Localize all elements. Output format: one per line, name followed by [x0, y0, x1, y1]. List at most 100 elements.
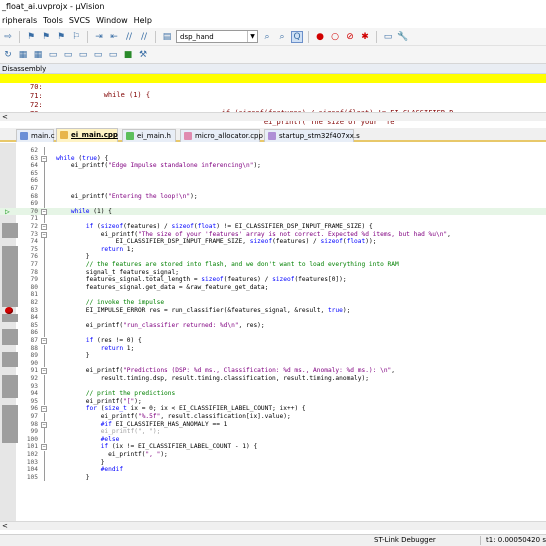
- gutter-marker[interactable]: [2, 223, 18, 231]
- fold-toggle-icon[interactable]: −: [41, 368, 47, 375]
- gutter-marker[interactable]: [2, 367, 14, 375]
- code-line[interactable]: 102 ei_printf(", ");: [0, 451, 546, 459]
- gutter-marker[interactable]: [2, 185, 14, 193]
- tab-main-c[interactable]: main.c: [16, 129, 55, 142]
- code-line[interactable]: 92 result.timing.dsp, result.timing.clas…: [0, 375, 546, 383]
- next-bookmark-icon[interactable]: ⚑: [55, 31, 67, 43]
- code-line[interactable]: 90: [0, 359, 546, 368]
- code-line[interactable]: 73− ei_printf("The size of your 'feature…: [0, 230, 546, 239]
- debug-session-icon[interactable]: Q: [291, 30, 303, 43]
- menu-tools[interactable]: Tools: [41, 14, 67, 28]
- fold-toggle-icon[interactable]: −: [41, 155, 47, 162]
- tab-startup-stm32f407xx-s[interactable]: startup_stm32f407xx.s: [264, 129, 360, 142]
- code-text[interactable]: for (size_t ix = 0; ix < EI_CLASSIFIER_L…: [56, 405, 306, 413]
- gutter-marker[interactable]: [2, 443, 14, 451]
- incremental-find-icon[interactable]: ⌕: [276, 31, 288, 43]
- code-text[interactable]: // invoke the impulse: [56, 299, 164, 307]
- fold-toggle-icon[interactable]: −: [41, 338, 47, 344]
- code-text[interactable]: // the features are stored into flash, a…: [56, 261, 399, 269]
- code-line[interactable]: 74 EI_CLASSIFIER_DSP_INPUT_FRAME_SIZE, s…: [0, 238, 546, 246]
- code-line[interactable]: 71: [0, 215, 546, 223]
- gutter-marker[interactable]: [2, 337, 18, 345]
- find-in-files-icon[interactable]: ▤: [161, 31, 173, 43]
- code-line[interactable]: 68 ei_printf("Entering the loop!\n");: [0, 192, 546, 201]
- code-text[interactable]: if (sizeof(features) / sizeof(float) != …: [56, 223, 373, 231]
- code-line[interactable]: 66: [0, 177, 546, 185]
- code-line[interactable]: 82 // invoke the impulse: [0, 299, 546, 307]
- insert-breakpoint-icon[interactable]: ●: [314, 31, 326, 43]
- code-text[interactable]: ei_printf("The size of your 'features' a…: [56, 231, 451, 239]
- code-text[interactable]: if (ix != EI_CLASSIFIER_LABEL_COUNT - 1)…: [56, 443, 257, 451]
- gutter-marker[interactable]: [2, 170, 14, 178]
- gutter-marker[interactable]: ▷: [2, 208, 14, 216]
- window-layout-icon[interactable]: ▭: [382, 31, 394, 43]
- code-text[interactable]: return 1;: [56, 345, 135, 353]
- gutter-marker[interactable]: [2, 291, 18, 299]
- code-line[interactable]: 63− while (true) {: [0, 155, 546, 163]
- gutter-marker[interactable]: [2, 466, 14, 474]
- gutter-marker[interactable]: [2, 398, 14, 406]
- gutter-marker[interactable]: [2, 193, 14, 201]
- tab-micro-allocator-cpp[interactable]: micro_allocator.cpp: [180, 129, 263, 142]
- gutter-marker[interactable]: [2, 283, 18, 292]
- code-line[interactable]: 64 ei_printf("Edge Impulse standalone in…: [0, 162, 546, 170]
- code-line[interactable]: 84: [0, 314, 546, 322]
- code-text[interactable]: }: [56, 474, 90, 482]
- gutter-marker[interactable]: [2, 435, 18, 444]
- gutter-marker[interactable]: [2, 230, 18, 239]
- gutter-marker[interactable]: [2, 162, 14, 170]
- gutter-marker[interactable]: [2, 322, 14, 330]
- code-text[interactable]: features_signal.total_length = sizeof(fe…: [56, 276, 347, 284]
- breakpoint-icon[interactable]: [5, 306, 13, 314]
- tab-ei-main-h[interactable]: ei_main.h: [122, 129, 176, 142]
- gutter-marker[interactable]: [2, 459, 14, 467]
- code-line[interactable]: 78 signal_t features_signal;: [0, 268, 546, 277]
- gutter-marker[interactable]: [2, 299, 18, 307]
- gutter-marker[interactable]: [2, 451, 14, 459]
- code-text[interactable]: ei_printf(", ");: [56, 451, 168, 459]
- comment-icon[interactable]: //: [123, 31, 135, 43]
- fold-toggle-icon[interactable]: −: [41, 231, 47, 238]
- gutter-marker[interactable]: [2, 253, 18, 261]
- configure-icon[interactable]: 🔧: [397, 31, 409, 43]
- fold-toggle-icon[interactable]: −: [41, 406, 47, 413]
- code-line[interactable]: 93: [0, 382, 546, 391]
- code-text[interactable]: }: [56, 459, 105, 467]
- code-text[interactable]: signal_t features_signal;: [56, 269, 179, 277]
- code-text[interactable]: ei_printf("Predictions (DSP: %d ms., Cla…: [56, 367, 395, 375]
- code-line[interactable]: 86: [0, 329, 546, 337]
- gutter-marker[interactable]: [2, 155, 14, 163]
- clear-bookmarks-icon[interactable]: ⚐: [70, 31, 82, 43]
- code-line[interactable]: 98− #if EI_CLASSIFIER_HAS_ANOMALY == 1: [0, 420, 546, 429]
- gutter-marker[interactable]: [2, 329, 18, 337]
- code-text[interactable]: ei_printf("run_classifier returned: %d\n…: [56, 322, 265, 330]
- code-text[interactable]: while (1) {: [56, 208, 112, 216]
- code-line[interactable]: 72− if (sizeof(features) / sizeof(float)…: [0, 223, 546, 231]
- code-line[interactable]: 97 ei_printf("%.5f", result.classificati…: [0, 413, 546, 421]
- toolbox-icon[interactable]: ⚒: [137, 49, 149, 61]
- gutter-marker[interactable]: [2, 428, 18, 436]
- build-icon[interactable]: ▦: [17, 49, 29, 61]
- uncomment-icon[interactable]: //: [138, 31, 150, 43]
- code-text[interactable]: features_signal.get_data = &raw_feature_…: [56, 284, 269, 292]
- gutter-marker[interactable]: [2, 390, 18, 398]
- reset-icon[interactable]: ↻: [2, 49, 14, 61]
- code-line[interactable]: 104 #endif: [0, 466, 546, 474]
- code-text[interactable]: // print the predictions: [56, 390, 175, 398]
- code-text[interactable]: #else: [56, 436, 120, 444]
- system-viewer-icon[interactable]: ■: [122, 49, 134, 61]
- trace-icon[interactable]: ▭: [107, 49, 119, 61]
- prev-bookmark-icon[interactable]: ⚑: [40, 31, 52, 43]
- fold-toggle-icon[interactable]: −: [41, 208, 47, 215]
- gutter-marker[interactable]: [2, 177, 14, 185]
- code-text[interactable]: ei_printf("Edge Impulse standalone infer…: [56, 162, 261, 170]
- code-line[interactable]: 67: [0, 185, 546, 193]
- unindent-icon[interactable]: ⇤: [108, 31, 120, 43]
- code-text[interactable]: result.timing.dsp, result.timing.classif…: [56, 375, 369, 383]
- code-line[interactable]: 85 ei_printf("run_classifier returned: %…: [0, 321, 546, 330]
- disable-breakpoints-icon[interactable]: ⊘: [344, 31, 356, 43]
- gutter-marker[interactable]: [2, 306, 14, 315]
- fold-toggle-icon[interactable]: −: [41, 421, 47, 428]
- code-line[interactable]: 75 return 1;: [0, 245, 546, 254]
- code-line[interactable]: 83 EI_IMPULSE_ERROR res = run_classifier…: [0, 306, 546, 315]
